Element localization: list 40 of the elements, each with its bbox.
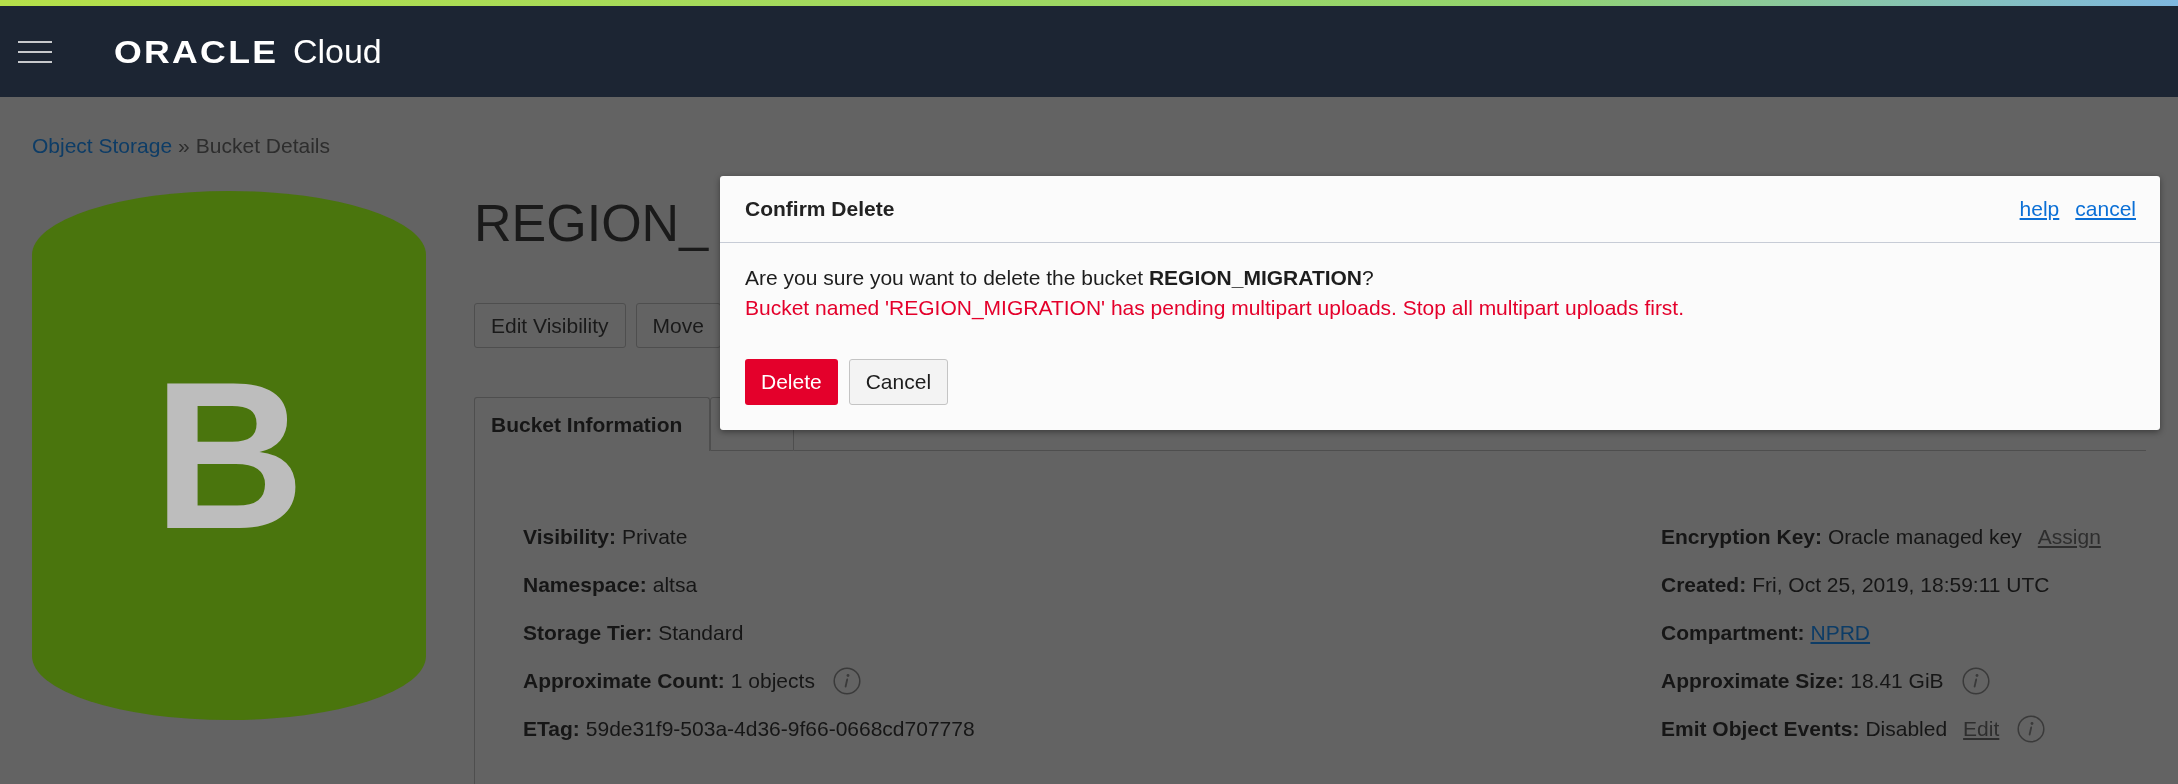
- info-label: Created:: [1661, 572, 1747, 597]
- info-value: Standard: [658, 620, 744, 645]
- dialog-link[interactable]: cancel: [2075, 197, 2136, 221]
- info-label: Encryption Key:: [1661, 524, 1823, 549]
- menu-icon[interactable]: [18, 40, 52, 63]
- info-label: ETag:: [523, 716, 580, 741]
- breadcrumb-separator: »: [178, 134, 190, 158]
- confirm-message: Are you sure you want to delete the bucket REGION_MIGRATION?: [745, 265, 1375, 291]
- breadcrumb-link[interactable]: Object Storage: [32, 134, 173, 158]
- tab[interactable]: Bucket Information: [474, 397, 710, 451]
- dialog-link[interactable]: help: [2019, 197, 2060, 221]
- cancel-button[interactable]: Cancel: [848, 359, 949, 405]
- info-value: 1 objects: [730, 668, 815, 693]
- compartment-link[interactable]: NPRD: [1810, 620, 1871, 645]
- info-value: 18.41 GiB: [1850, 668, 1944, 693]
- info-icon[interactable]: [1961, 666, 1990, 695]
- info-value: Disabled: [1865, 716, 1948, 741]
- info-value: Oracle managed key: [1828, 524, 2022, 549]
- info-label: Storage Tier:: [523, 620, 653, 645]
- action-button[interactable]: Move: [635, 303, 721, 348]
- error-message: Bucket named 'REGION_MIGRATION' has pending multipart uploads. Stop all multipart uploads first.: [745, 295, 1686, 322]
- info-value: Fri, Oct 25, 2019, 18:59:11 UTC: [1752, 572, 2050, 597]
- logo-product[interactable]: Cloud: [292, 32, 382, 71]
- info-label: Visibility:: [523, 524, 616, 549]
- info-label: Namespace:: [523, 572, 647, 597]
- bucket-title: REGION_: [474, 193, 709, 254]
- info-label: Emit Object Events:: [1661, 716, 1860, 741]
- dialog-title: Confirm Delete: [745, 197, 895, 221]
- info-label: Compartment:: [1661, 620, 1805, 645]
- info-icon[interactable]: [832, 666, 861, 695]
- logo-wordmark[interactable]: ORACLE: [114, 35, 279, 71]
- info-value: 59de31f9-503a-4d36-9f66-0668cd707778: [585, 716, 975, 741]
- delete-button[interactable]: Delete: [745, 359, 838, 405]
- info-label: Approximate Count:: [523, 668, 725, 693]
- info-value: altsa: [652, 572, 698, 597]
- info-value: Private: [622, 524, 688, 549]
- info-label: Approximate Size:: [1661, 668, 1845, 693]
- action-button[interactable]: Edit Visibility: [474, 303, 626, 348]
- info-icon[interactable]: [2017, 714, 2046, 743]
- bucket-letter: B: [153, 350, 305, 561]
